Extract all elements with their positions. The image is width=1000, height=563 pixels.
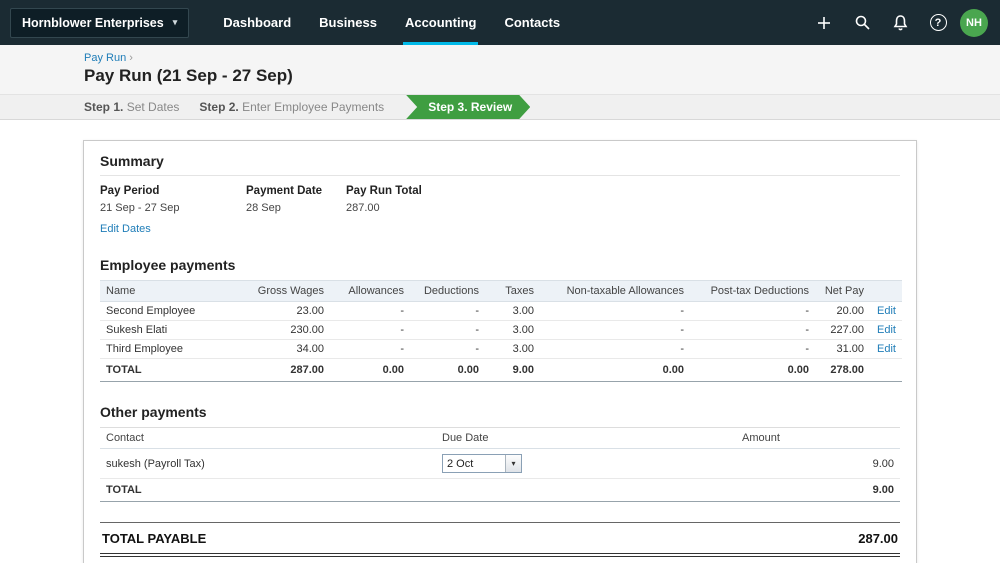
table-row: Sukesh Elati 230.00 - - 3.00 - - 227.00 … (100, 320, 902, 340)
edit-row-link[interactable]: Edit (870, 339, 902, 359)
notifications-button[interactable] (884, 7, 916, 39)
pay-run-total-label: Pay Run Total (346, 185, 422, 197)
edit-row-link[interactable]: Edit (870, 301, 902, 321)
bell-icon (893, 15, 907, 31)
col-deductions: Deductions (410, 280, 485, 302)
payment-date-column: Payment Date 28 Sep (246, 185, 346, 235)
top-navbar: Hornblower Enterprises ▾ Dashboard Busin… (0, 0, 1000, 45)
due-date-selected-value: 2 Oct (447, 457, 474, 470)
summary-grid: Pay Period 21 Sep - 27 Sep Edit Dates Pa… (100, 185, 900, 235)
main-nav: Dashboard Business Accounting Contacts (209, 0, 574, 45)
breadcrumb: Pay Run › (84, 52, 1000, 64)
pay-run-total-column: Pay Run Total 287.00 (346, 185, 422, 235)
edit-dates-link[interactable]: Edit Dates (100, 223, 246, 235)
nav-item-contacts[interactable]: Contacts (490, 0, 574, 45)
col-contact: Contact (100, 427, 436, 449)
add-button[interactable] (808, 7, 840, 39)
navbar-actions: ? NH (808, 7, 1000, 39)
summary-heading: Summary (100, 153, 900, 176)
employee-payments-table: Name Gross Wages Allowances Deductions T… (100, 280, 902, 382)
nav-item-dashboard[interactable]: Dashboard (209, 0, 305, 45)
total-payable-row: TOTAL PAYABLE 287.00 (100, 522, 900, 553)
breadcrumb-pay-run-link[interactable]: Pay Run (84, 52, 126, 64)
table-row: Third Employee 34.00 - - 3.00 - - 31.00 … (100, 339, 902, 359)
search-icon (855, 15, 870, 30)
step-3-review[interactable]: Step 3. Review (406, 95, 530, 119)
total-payable-value: 287.00 (858, 531, 898, 546)
total-payable-label: TOTAL PAYABLE (102, 531, 207, 546)
table-row: sukesh (Payroll Tax) 2 Oct ▾ 9.00 (100, 448, 900, 479)
avatar[interactable]: NH (960, 8, 988, 37)
col-taxes: Taxes (485, 280, 540, 302)
nav-item-business[interactable]: Business (305, 0, 391, 45)
step-1-set-dates[interactable]: Step 1. Set Dates (84, 100, 179, 114)
other-payments-table: Contact Due Date Amount sukesh (Payroll … (100, 427, 900, 502)
org-switcher[interactable]: Hornblower Enterprises ▾ (10, 7, 190, 38)
chevron-down-icon: ▾ (172, 17, 178, 27)
payment-date-label: Payment Date (246, 185, 323, 197)
chevron-right-icon: › (129, 52, 133, 64)
step-2-enter-employee-payments[interactable]: Step 2. Enter Employee Payments (199, 100, 384, 114)
page-title: Pay Run (21 Sep - 27 Sep) (84, 66, 293, 85)
pay-period-column: Pay Period 21 Sep - 27 Sep Edit Dates (100, 185, 246, 235)
question-mark-icon: ? (929, 14, 947, 31)
payment-date-value: 28 Sep (246, 202, 281, 214)
col-due-date: Due Date (436, 427, 736, 449)
nav-item-accounting[interactable]: Accounting (391, 0, 491, 45)
employee-payments-heading: Employee payments (100, 257, 236, 273)
pay-period-value: 21 Sep - 27 Sep (100, 202, 180, 214)
help-button[interactable]: ? (922, 7, 954, 39)
pay-run-total-value: 287.00 (346, 202, 380, 214)
col-posttax-deductions: Post-tax Deductions (690, 280, 815, 302)
plus-icon (818, 16, 830, 29)
col-allowances: Allowances (330, 280, 410, 302)
pay-period-label: Pay Period (100, 185, 160, 197)
employee-payments-total-row: TOTAL 287.00 0.00 0.00 9.00 0.00 0.00 27… (100, 358, 902, 382)
col-gross-wages: Gross Wages (240, 280, 330, 302)
col-amount: Amount (736, 427, 900, 449)
edit-row-link[interactable]: Edit (870, 320, 902, 340)
col-name: Name (100, 280, 240, 302)
due-date-select[interactable]: 2 Oct ▾ (442, 454, 522, 473)
table-header-row: Contact Due Date Amount (100, 427, 900, 449)
page-header: Pay Run › Pay Run (21 Sep - 27 Sep) (0, 45, 1000, 95)
search-button[interactable] (846, 7, 878, 39)
total-payable-double-rule (100, 553, 900, 557)
table-header-row: Name Gross Wages Allowances Deductions T… (100, 280, 902, 302)
col-net-pay: Net Pay (815, 280, 870, 302)
org-name: Hornblower Enterprises (22, 15, 164, 30)
steps-bar: Step 1. Set Dates Step 2. Enter Employee… (0, 95, 1000, 120)
col-nontax-allowances: Non-taxable Allowances (540, 280, 690, 302)
pay-run-review-card: Summary Pay Period 21 Sep - 27 Sep Edit … (83, 140, 917, 563)
table-row: Second Employee 23.00 - - 3.00 - - 20.00… (100, 301, 902, 321)
col-edit (870, 280, 902, 302)
other-payments-total-row: TOTAL 9.00 (100, 478, 900, 502)
other-payments-heading: Other payments (100, 404, 207, 420)
chevron-down-icon: ▾ (505, 455, 521, 472)
